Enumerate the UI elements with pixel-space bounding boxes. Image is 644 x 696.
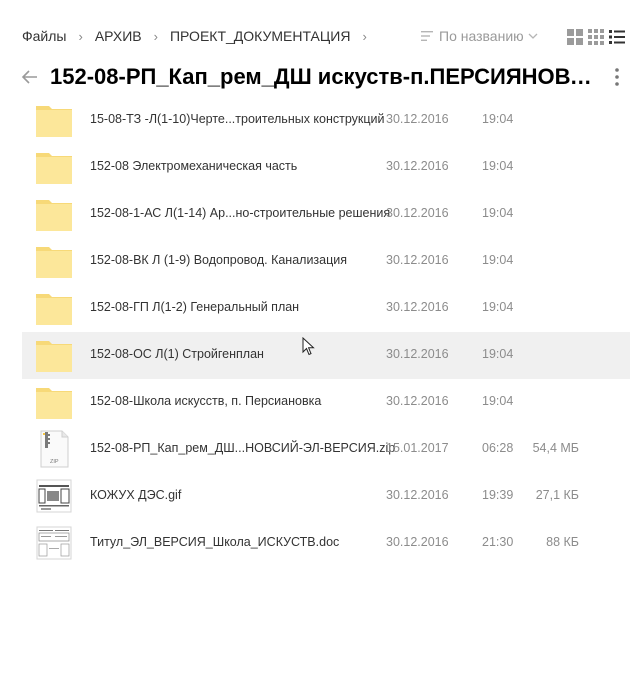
sort-dropdown[interactable]: По названию	[421, 28, 544, 44]
chevron-down-icon	[528, 33, 538, 39]
file-time: 19:04	[482, 112, 514, 126]
file-time: 21:30	[482, 535, 514, 549]
file-row[interactable]: 152-08-1-АС Л(1-14) Ар...но-строительные…	[22, 191, 630, 238]
file-name: 152-08-ГП Л(1-2) Генеральный план	[90, 300, 300, 314]
file-name: КОЖУХ ДЭС.gif	[90, 488, 182, 502]
file-date: 30.12.2016	[386, 159, 449, 173]
page-title: 152-08-РП_Кап_рем_ДШ искуств-п.ПЕРСИЯНОВ…	[50, 64, 598, 89]
file-date: 30.12.2016	[386, 347, 449, 361]
file-time: 19:04	[482, 206, 514, 220]
file-list: 15-08-ТЗ -Л(1-10)Черте...троительных кон…	[22, 97, 630, 567]
file-time: 19:04	[482, 159, 514, 173]
file-name: 152-08-ВК Л (1-9) Водопровод. Канализаци…	[90, 253, 348, 267]
folder-icon	[36, 388, 72, 419]
chevron-right-icon: ›	[153, 28, 158, 44]
breadcrumb-archive[interactable]: АРХИВ	[95, 28, 142, 44]
file-name: 152-08-ОС Л(1) Стройгенплан	[90, 347, 264, 361]
file-row[interactable]: 152-08-ГП Л(1-2) Генеральный план 30.12.2…	[22, 285, 630, 332]
file-date: 30.12.2016	[386, 300, 449, 314]
folder-icon	[36, 200, 72, 231]
chevron-right-icon: ›	[78, 28, 83, 44]
file-time: 19:04	[482, 347, 514, 361]
file-row[interactable]: 15-08-ТЗ -Л(1-10)Черте...троительных кон…	[22, 97, 630, 144]
file-date: 15.01.2017	[386, 441, 449, 455]
large-tiles-view-icon[interactable]	[567, 29, 583, 45]
file-name: 15-08-ТЗ -Л(1-10)Черте...троительных кон…	[90, 112, 385, 126]
back-arrow-icon[interactable]	[20, 67, 40, 87]
file-name: 152-08 Электромеханическая часть	[90, 159, 298, 173]
small-tiles-view-icon[interactable]	[588, 29, 604, 45]
file-time: 19:39	[482, 488, 514, 502]
breadcrumb-project-docs[interactable]: ПРОЕКТ_ДОКУМЕНТАЦИЯ	[170, 28, 350, 44]
breadcrumb: Файлы › АРХИВ › ПРОЕКТ_ДОКУМЕНТАЦИЯ ›	[22, 28, 379, 44]
file-row[interactable]: 152-08 Электромеханическая часть 30.12.20…	[22, 144, 630, 191]
folder-icon	[36, 294, 72, 325]
view-switcher	[567, 29, 625, 45]
file-row[interactable]: 152-08-ОС Л(1) Стройгенплан 30.12.2016 19:…	[22, 332, 630, 379]
sort-lines-icon	[421, 31, 433, 41]
file-date: 30.12.2016	[386, 535, 449, 549]
file-name: 152-08-1-АС Л(1-14) Ар...но-строительные…	[90, 206, 391, 220]
file-date: 30.12.2016	[386, 253, 449, 267]
list-view-icon[interactable]	[609, 29, 625, 45]
zip-file-icon: ZIP	[40, 430, 69, 468]
sort-label: По названию	[439, 28, 524, 44]
chevron-right-icon: ›	[362, 28, 367, 44]
file-name: 152-08-Школа искусств, п. Персиановка	[90, 394, 322, 408]
more-vertical-icon[interactable]	[610, 66, 624, 88]
title-bar: 152-08-РП_Кап_рем_ДШ искуств-п.ПЕРСИЯНОВ…	[0, 60, 644, 94]
mouse-cursor-icon	[302, 337, 315, 356]
doc-thumbnail-icon	[36, 526, 72, 560]
file-row[interactable]: КОЖУХ ДЭС.gif 30.12.2016 19:39 27,1 КБ	[22, 473, 630, 520]
breadcrumb-files[interactable]: Файлы	[22, 28, 66, 44]
folder-icon	[36, 247, 72, 278]
file-size: 27,1 КБ	[535, 488, 579, 502]
file-time: 19:04	[482, 394, 514, 408]
folder-icon	[36, 341, 72, 372]
file-time: 19:04	[482, 300, 514, 314]
svg-text:ZIP: ZIP	[50, 459, 59, 465]
file-date: 30.12.2016	[386, 394, 449, 408]
file-name: Титул_ЭЛ_ВЕРСИЯ_Школа_ИСКУСТВ.doc	[90, 535, 340, 549]
file-row[interactable]: 152-08-ВК Л (1-9) Водопровод. Канализаци…	[22, 238, 630, 285]
file-name: 152-08-РП_Кап_рем_ДШ...НОВСИЙ-ЭЛ-ВЕРСИЯ.…	[90, 441, 396, 455]
folder-icon	[36, 153, 72, 184]
file-date: 30.12.2016	[386, 112, 449, 126]
file-date: 30.12.2016	[386, 206, 449, 220]
file-size: 54,4 МБ	[532, 441, 579, 455]
file-time: 06:28	[482, 441, 514, 455]
file-size: 88 КБ	[546, 535, 579, 549]
file-row[interactable]: ZIP 152-08-РП_Кап_рем_ДШ...НОВСИЙ-ЭЛ-ВЕРС…	[22, 426, 630, 473]
file-row[interactable]: Титул_ЭЛ_ВЕРСИЯ_Школа_ИСКУСТВ.doc 30.12.2…	[22, 520, 630, 567]
folder-icon	[36, 106, 72, 137]
file-row[interactable]: 152-08-Школа искусств, п. Персиановка 30.…	[22, 379, 630, 426]
file-date: 30.12.2016	[386, 488, 449, 502]
file-time: 19:04	[482, 253, 514, 267]
gif-thumbnail-icon	[36, 479, 72, 513]
